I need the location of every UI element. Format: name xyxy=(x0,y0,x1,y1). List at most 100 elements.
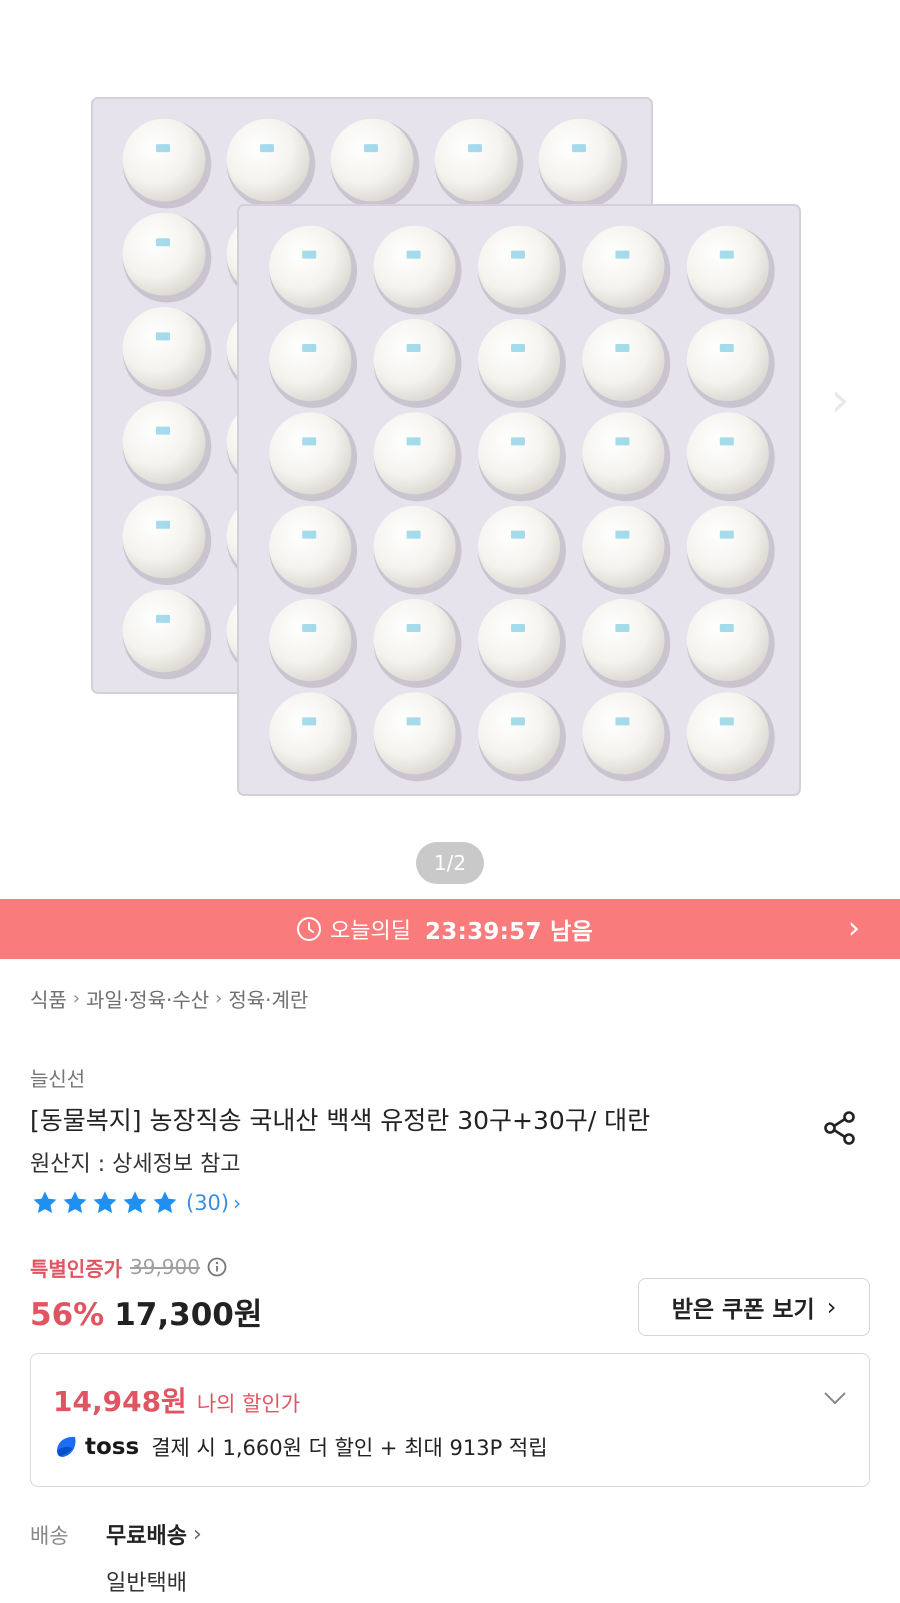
toss-benefit-text: 결제 시 1,660원 더 할인 + 최대 913P 적립 xyxy=(151,1436,548,1460)
egg-stamp xyxy=(302,530,317,539)
egg xyxy=(477,692,561,775)
special-price-label: 특별인증가 xyxy=(30,1256,122,1281)
egg xyxy=(373,598,456,682)
my-discount-label: 나의 할인가 xyxy=(196,1392,301,1416)
image-pager: 1/2 xyxy=(416,842,484,884)
toss-benefit: toss 결제 시 1,660원 더 할인 + 최대 913P 적립 xyxy=(53,1430,548,1464)
egg xyxy=(330,118,414,202)
egg xyxy=(582,505,665,588)
egg-stamp xyxy=(302,344,317,352)
egg-stamp xyxy=(406,344,421,352)
shipping-method: 일반택배 xyxy=(106,1571,187,1596)
egg xyxy=(538,118,622,202)
shipping-option[interactable]: 무료배송 › xyxy=(106,1518,202,1550)
egg xyxy=(122,589,206,673)
egg-stamp xyxy=(156,238,170,247)
egg-stamp xyxy=(615,437,630,446)
egg-stamp xyxy=(615,344,630,352)
egg-stamp xyxy=(156,426,170,435)
egg-stamp xyxy=(406,530,421,539)
egg-stamp xyxy=(406,624,421,632)
egg xyxy=(477,505,561,588)
info-icon[interactable] xyxy=(206,1256,228,1278)
egg xyxy=(686,318,769,402)
rating[interactable]: (30) › xyxy=(30,1188,241,1218)
egg xyxy=(269,505,352,588)
egg-stamp xyxy=(302,250,317,259)
egg-stamp xyxy=(260,144,274,153)
egg xyxy=(373,318,456,402)
star-icon xyxy=(93,1191,117,1214)
egg-stamp xyxy=(511,624,525,632)
egg-stamp xyxy=(719,624,734,632)
egg-stamp xyxy=(156,144,170,153)
chevron-right-icon: › xyxy=(826,1293,837,1321)
egg-stamp xyxy=(719,437,734,446)
egg xyxy=(122,212,206,296)
egg-stamp xyxy=(302,624,317,632)
egg xyxy=(477,412,561,495)
egg xyxy=(269,318,352,402)
egg-stamp xyxy=(615,530,630,539)
egg-stamp xyxy=(364,144,378,153)
my-discount-box[interactable]: 14,948원 나의 할인가 toss 결제 시 1,660원 더 할인 + 최… xyxy=(30,1353,870,1487)
price-row: 56% 17,300원 xyxy=(30,1289,262,1334)
egg-stamp xyxy=(156,520,170,529)
egg xyxy=(269,225,352,308)
egg-stamp xyxy=(511,344,525,352)
egg xyxy=(373,412,456,495)
egg xyxy=(686,225,769,308)
egg-stamp xyxy=(615,624,630,632)
breadcrumb-item-fresh[interactable]: 과일·정육·수산 xyxy=(86,984,209,1013)
review-count[interactable]: (30) xyxy=(186,1191,229,1215)
breadcrumb: 식품 › 과일·정육·수산 › 정육·계란 xyxy=(30,981,308,1015)
sale-price: 17,300원 xyxy=(114,1297,263,1333)
product-image[interactable]: › 1/2 xyxy=(0,0,900,900)
egg-stamp xyxy=(719,344,734,352)
egg-tray-illustration xyxy=(91,97,801,796)
coupon-button-label: 받은 쿠폰 보기 xyxy=(671,1297,815,1323)
egg xyxy=(582,318,665,402)
egg xyxy=(373,692,456,775)
breadcrumb-item-meat-egg[interactable]: 정육·계란 xyxy=(228,984,308,1013)
egg xyxy=(582,412,665,495)
star-icon xyxy=(33,1191,57,1214)
deal-timer: 23:39:57 남음 xyxy=(424,919,594,945)
share-icon[interactable] xyxy=(820,1108,860,1148)
shipping-value: 무료배송 xyxy=(106,1524,187,1549)
product-title: [동물복지] 농장직송 국내산 백색 유정란 30구+30구/ 대란 xyxy=(30,1106,651,1135)
clock-icon xyxy=(297,917,321,941)
seller-name[interactable]: 늘신선 xyxy=(30,1063,85,1092)
shipping-label: 배송 xyxy=(30,1524,69,1548)
egg-stamp xyxy=(511,717,525,726)
egg xyxy=(686,505,769,588)
chevron-right-icon: › xyxy=(72,987,81,1009)
egg xyxy=(269,598,352,682)
chevron-down-icon[interactable] xyxy=(821,1384,849,1412)
egg xyxy=(122,118,206,202)
todays-deal-banner[interactable]: 오늘의딜 23:39:57 남음 › xyxy=(0,899,900,959)
my-discount-price: 14,948원 xyxy=(53,1385,187,1418)
egg-stamp xyxy=(156,332,170,341)
egg xyxy=(122,495,206,579)
view-coupons-button[interactable]: 받은 쿠폰 보기 › xyxy=(638,1278,870,1336)
egg-stamp xyxy=(615,717,630,726)
egg-stamp xyxy=(719,250,734,259)
next-image-icon[interactable]: › xyxy=(820,370,860,430)
egg-stamp xyxy=(511,530,525,539)
egg xyxy=(373,505,456,588)
egg-stamp xyxy=(719,717,734,726)
chevron-right-icon: › xyxy=(215,987,223,1009)
star-icon xyxy=(63,1191,87,1214)
egg xyxy=(686,692,769,775)
toss-brand: toss xyxy=(85,1434,140,1460)
chevron-right-icon[interactable]: › xyxy=(848,899,860,959)
egg-stamp xyxy=(406,717,421,726)
egg xyxy=(122,401,206,485)
chevron-right-icon: › xyxy=(192,1521,202,1547)
star-rating xyxy=(30,1189,180,1217)
breadcrumb-item-food[interactable]: 식품 xyxy=(30,984,67,1013)
star-icon xyxy=(153,1191,177,1214)
egg-stamp xyxy=(511,437,525,446)
egg xyxy=(477,225,561,308)
